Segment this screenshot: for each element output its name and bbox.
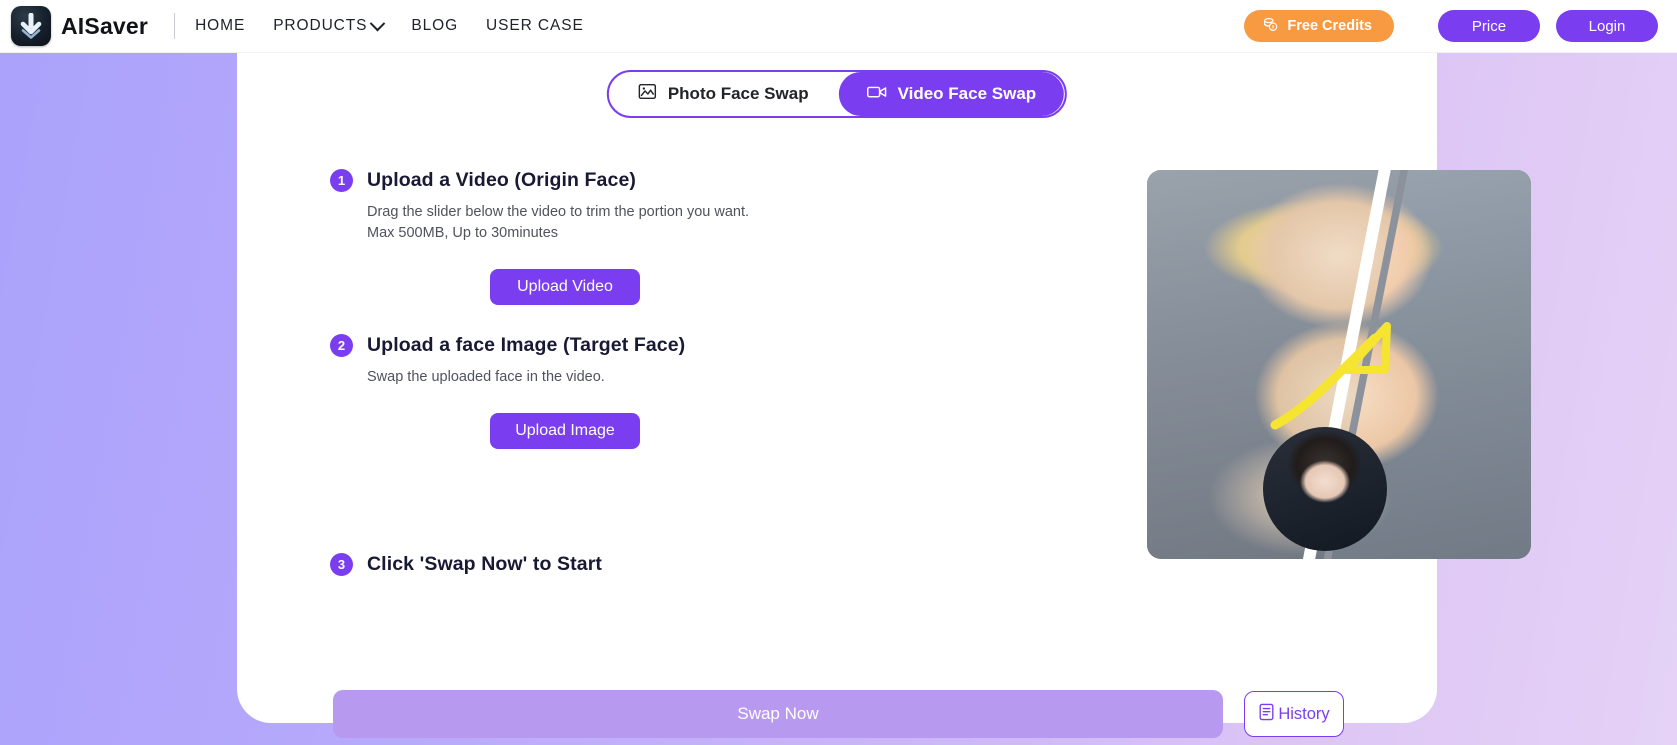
tab-photo-face-swap[interactable]: Photo Face Swap xyxy=(610,72,837,116)
nav-item-blog[interactable]: BLOG xyxy=(411,17,458,35)
history-button[interactable]: History xyxy=(1244,691,1344,737)
step-1-badge: 1 xyxy=(330,169,353,192)
tab-photo-face-swap-label: Photo Face Swap xyxy=(667,84,809,103)
step-3-title: Click 'Swap Now' to Start xyxy=(367,553,602,576)
video-camera-icon xyxy=(866,84,887,105)
step-2-description-line1: Swap the uploaded face in the video. xyxy=(367,369,605,386)
nav-item-user-case[interactable]: USER CASE xyxy=(486,17,584,35)
nav-item-blog-label: BLOG xyxy=(411,17,459,34)
login-button[interactable]: Login xyxy=(1556,10,1658,42)
price-button[interactable]: Price xyxy=(1438,10,1540,42)
page-root: AISaver HOME PRODUCTS BLOG USER CASE Fre… xyxy=(0,0,1677,745)
nav-item-home[interactable]: HOME xyxy=(195,17,245,35)
step-1-title: Upload a Video (Origin Face) xyxy=(367,169,636,191)
mode-tab-switcher: Photo Face Swap Video Face Swap xyxy=(606,70,1068,118)
brand-name: AISaver xyxy=(61,12,149,39)
image-icon xyxy=(638,82,657,106)
step-1: 1 Upload a Video (Origin Face) Drag the … xyxy=(330,169,890,306)
step-1-description-line2: Max 500MB, Up to 30minutes xyxy=(367,225,559,242)
step-2-description: Swap the uploaded face in the video. xyxy=(367,367,890,388)
free-credits-button[interactable]: Free Credits xyxy=(1244,10,1394,42)
step-1-header: 1 Upload a Video (Origin Face) xyxy=(330,169,890,192)
step-2-title: Upload a face Image (Target Face) xyxy=(367,334,686,357)
nav-item-products[interactable]: PRODUCTS xyxy=(273,15,386,35)
main-nav: HOME PRODUCTS BLOG USER CASE xyxy=(195,15,584,35)
face-swap-preview-image xyxy=(1147,170,1531,559)
upload-image-button[interactable]: Upload Image xyxy=(490,413,640,450)
step-1-description-line1: Drag the slider below the video to trim … xyxy=(367,204,750,220)
upload-video-button[interactable]: Upload Video xyxy=(490,269,640,306)
target-face-thumbnail xyxy=(1263,427,1387,551)
step-2-badge: 2 xyxy=(330,334,353,358)
chevron-down-icon xyxy=(370,15,386,31)
action-row: Swap Now History xyxy=(333,690,1346,738)
step-3-badge: 3 xyxy=(330,553,353,577)
header-actions: Free Credits Price Login xyxy=(1244,10,1677,42)
header-divider xyxy=(174,13,176,39)
step-1-description: Drag the slider below the video to trim … xyxy=(367,202,890,244)
tab-video-face-swap-label: Video Face Swap xyxy=(897,84,1037,103)
main-card: Photo Face Swap Video Face Swap 1 Upload… xyxy=(237,53,1531,738)
swap-now-button[interactable]: Swap Now xyxy=(333,690,1223,738)
download-arrow-logo-icon xyxy=(11,6,51,46)
tab-video-face-swap[interactable]: Video Face Swap xyxy=(838,72,1065,116)
step-3: 3 Click 'Swap Now' to Start xyxy=(330,553,890,577)
steps-column: 1 Upload a Video (Origin Face) Drag the … xyxy=(330,169,890,577)
step-2: 2 Upload a face Image (Target Face) Swap… xyxy=(330,334,890,450)
step-3-header: 3 Click 'Swap Now' to Start xyxy=(330,553,890,577)
coins-icon xyxy=(1262,16,1279,37)
nav-item-products-label: PRODUCTS xyxy=(273,17,368,34)
brand-logo-group[interactable]: AISaver xyxy=(11,6,148,46)
history-label: History xyxy=(1278,704,1330,723)
step-2-header: 2 Upload a face Image (Target Face) xyxy=(330,334,890,358)
nav-item-user-case-label: USER CASE xyxy=(486,17,584,34)
document-list-icon xyxy=(1258,703,1275,726)
site-header: AISaver HOME PRODUCTS BLOG USER CASE Fre… xyxy=(0,0,1677,53)
nav-item-home-label: HOME xyxy=(195,17,246,34)
free-credits-label: Free Credits xyxy=(1287,18,1372,34)
